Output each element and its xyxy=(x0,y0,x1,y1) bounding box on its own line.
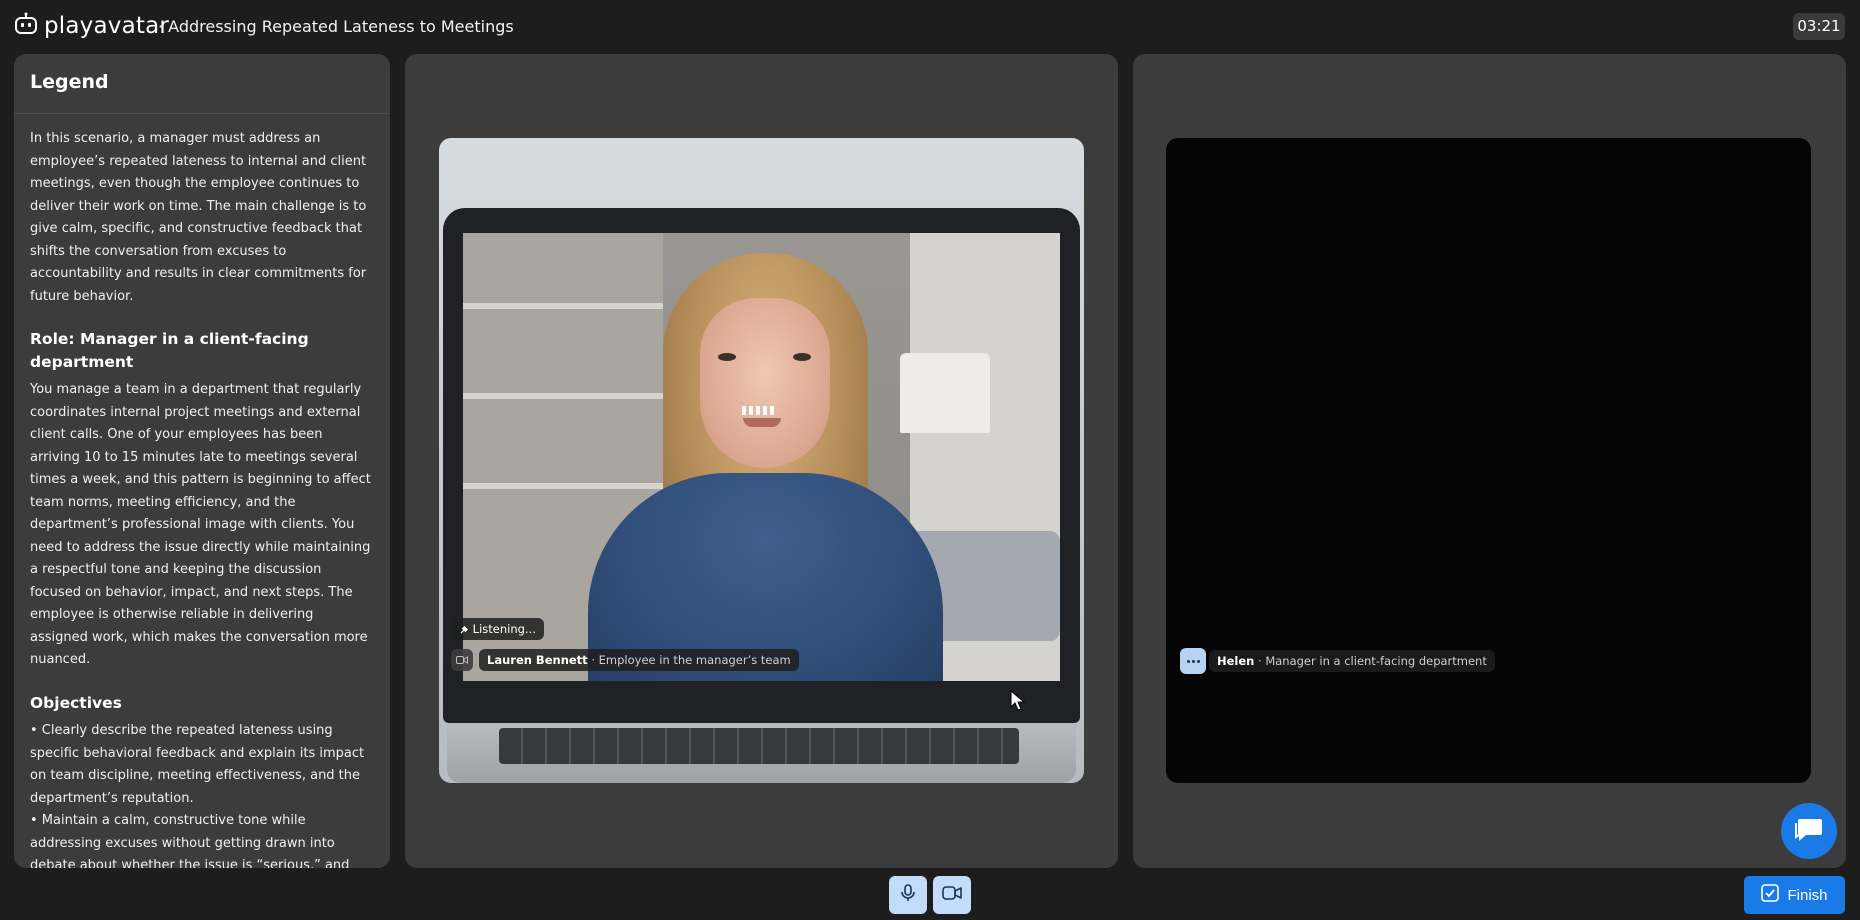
brand-name: playavatar xyxy=(44,13,170,39)
legend-body: In this scenario, a manager must address… xyxy=(14,114,390,868)
speaking-indicator xyxy=(742,406,774,415)
user-role: · Manager in a client-facing department xyxy=(1258,654,1487,668)
brand-logo[interactable]: playavatar xyxy=(14,12,169,40)
avatar-video-tile: Listening... Lauren Bennett · Employee i… xyxy=(439,138,1084,783)
user-name: Helen xyxy=(1217,654,1255,668)
listening-status: Listening... xyxy=(452,618,544,640)
user-video-tile: Helen · Manager in a client-facing depar… xyxy=(1166,138,1811,783)
video-camera-icon xyxy=(942,885,962,905)
session-timer: 03:21 xyxy=(1793,13,1845,40)
finish-button[interactable]: Finish xyxy=(1744,876,1845,914)
avatar-name: Lauren Bennett xyxy=(487,653,588,667)
legend-heading: Legend xyxy=(14,54,390,114)
microphone-button[interactable] xyxy=(889,876,927,914)
user-name-tag: Helen · Manager in a client-facing depar… xyxy=(1209,650,1495,672)
microphone-icon xyxy=(900,884,916,906)
role-description: You manage a team in a department that r… xyxy=(30,382,371,667)
avatar-video-frame xyxy=(463,233,1060,681)
avatar-name-tag: Lauren Bennett · Employee in the manager… xyxy=(479,649,799,671)
legend-panel[interactable]: Legend In this scenario, a manager must … xyxy=(14,54,390,868)
laptop-illustration xyxy=(443,208,1080,723)
role-heading: Role: Manager in a client-facing departm… xyxy=(30,330,309,371)
objective-item: • Maintain a calm, constructive tone whi… xyxy=(30,813,350,868)
video-camera-icon xyxy=(451,649,473,671)
camera-button[interactable] xyxy=(933,876,971,914)
chat-button[interactable] xyxy=(1781,803,1837,859)
microphone-icon xyxy=(460,622,473,636)
checkbox-icon xyxy=(1761,884,1780,906)
top-bar: playavatar · Addressing Repeated Latenes… xyxy=(0,0,1860,54)
scenario-intro: In this scenario, a manager must address… xyxy=(30,131,367,304)
finish-label: Finish xyxy=(1787,886,1828,904)
objectives-list: • Clearly describe the repeated lateness… xyxy=(30,720,374,868)
avatar-role: · Employee in the manager’s team xyxy=(591,653,791,667)
mouse-cursor-icon xyxy=(1010,689,1026,716)
chat-bubble-icon xyxy=(1794,815,1824,847)
more-dots-icon[interactable] xyxy=(1180,648,1206,674)
objective-item: • Clearly describe the repeated lateness… xyxy=(30,723,365,806)
avatar-face xyxy=(700,298,830,468)
session-title: · Addressing Repeated Lateness to Meetin… xyxy=(158,17,514,36)
objectives-heading: Objectives xyxy=(30,693,122,712)
robot-face-icon xyxy=(14,12,38,40)
